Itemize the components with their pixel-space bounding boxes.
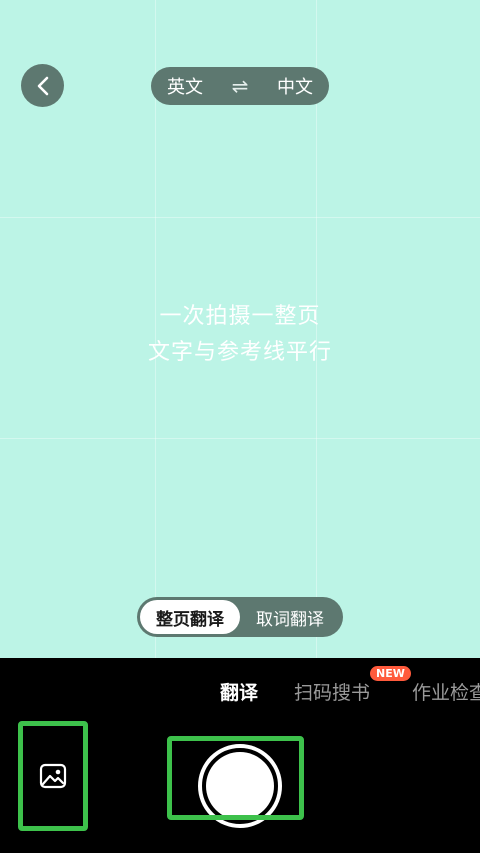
hint-line-2: 文字与参考线平行 [147, 340, 332, 365]
tab-scan-book[interactable]: 扫码搜书 [294, 678, 370, 705]
mode-word-pick[interactable]: 取词翻译 [240, 600, 340, 634]
guide-line-horizontal [0, 438, 480, 439]
language-switch[interactable]: 英文 ⇌ 中文 [151, 67, 329, 105]
new-badge: NEW [370, 666, 411, 681]
tab-translate[interactable]: 翻译 [220, 678, 258, 705]
back-chevron-icon [37, 76, 48, 95]
source-language[interactable]: 英文 [167, 73, 203, 99]
mode-tabs: 翻译 扫码搜书 作业检查 [0, 678, 480, 708]
hint-line-1: 一次拍摄一整页 [159, 304, 321, 329]
guide-line-horizontal [0, 217, 480, 218]
back-button[interactable] [21, 64, 64, 107]
gallery-button[interactable] [18, 721, 88, 831]
swap-language-icon[interactable]: ⇌ [232, 74, 249, 98]
shutter-highlight[interactable] [167, 736, 304, 820]
mode-full-page[interactable]: 整页翻译 [140, 600, 240, 634]
tab-homework-check[interactable]: 作业检查 [412, 678, 480, 705]
camera-viewfinder: 英文 ⇌ 中文 一次拍摄一整页 文字与参考线平行 整页翻译 取词翻译 [0, 0, 480, 658]
translate-mode-toggle: 整页翻译 取词翻译 [137, 597, 343, 637]
target-language[interactable]: 中文 [277, 73, 313, 99]
gallery-image-icon [39, 763, 67, 789]
